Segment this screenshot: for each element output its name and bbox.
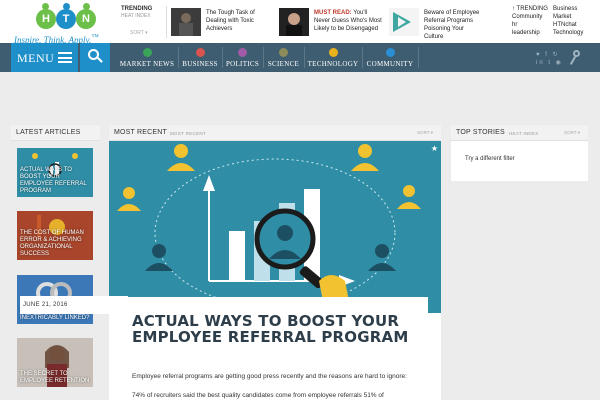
menu-label: MENU [17, 51, 55, 65]
nav-business[interactable]: BUSINESS [179, 43, 221, 72]
nav-community[interactable]: COMMUNITY [363, 43, 417, 72]
sort-dropdown[interactable]: SORT ▾ [417, 130, 433, 136]
trending-sort-dropdown[interactable]: SORT ▾ [130, 30, 148, 36]
hamburger-icon [58, 52, 72, 63]
empty-state-text: Try a different filter [465, 156, 515, 162]
teaser-item[interactable]: MUST READ: You'll Never Guess Who's Most… [279, 8, 383, 36]
social-icons-row[interactable]: in t ◉ [536, 59, 563, 67]
logo-letter-n: N [76, 9, 96, 29]
trending-tag[interactable]: Community [512, 13, 548, 21]
panel-title: LATEST ARTICLES [16, 129, 81, 136]
latest-articles-panel: LATEST ARTICLES ACTUAL WAYS TO BOOST YOU… [11, 125, 100, 400]
teaser-thumbnail [279, 8, 309, 36]
bookmark-star-icon[interactable]: ★ [431, 144, 438, 153]
social-icons-row[interactable]: ♥ f ↻ [536, 51, 563, 59]
main-nav: MENU MARKET NEWS BUSINESS POLITICS SCIEN… [0, 43, 600, 72]
community-icon [385, 48, 395, 57]
science-icon [279, 48, 288, 57]
trending-tag[interactable]: Market [553, 13, 583, 21]
technology-icon [328, 48, 338, 57]
article-caption: THE SECRET TO EMPLOYEE RETENTION [20, 371, 90, 384]
article-caption: ACTUAL WAYS TO BOOST YOUR EMPLOYEE REFER… [20, 167, 87, 194]
latest-article-card[interactable]: THE SECRET TO EMPLOYEE RETENTION [17, 338, 93, 387]
teaser-title: Beware of Employee Referral Programs Poi… [424, 10, 480, 40]
top-stories-panel: TOP STORIES HEAT INDEX SORT ▾ Try a diff… [451, 125, 588, 181]
nav-label: BUSINESS [182, 60, 218, 68]
nav-label: POLITICS [225, 60, 260, 68]
logo-letter-h: H [36, 9, 56, 29]
menu-button[interactable]: MENU [11, 43, 78, 72]
trending-tag-header: ↑ TRENDING [512, 6, 548, 12]
referral-illustration [109, 141, 441, 313]
panel-subtitle: MOST RECENT [170, 131, 206, 136]
site-logo[interactable]: H T N Inspire. Think. Apply.™ [14, 3, 114, 45]
trending-sub: HEAT INDEX [121, 13, 151, 19]
trending-tag[interactable]: Business [553, 5, 583, 13]
nav-market-news[interactable]: MARKET NEWS [117, 43, 177, 72]
teaser-title: The Tough Task of Dealing with Toxic Ach… [206, 10, 255, 32]
trending-tags: ↑ TRENDING Community hr leadership Busin… [509, 5, 600, 41]
article-excerpt: 74% of recruiters said the best quality … [132, 392, 384, 399]
nav-label: TECHNOLOGY [307, 60, 359, 68]
article-caption: THE COST OF HUMAN ERROR & ACHIEVING ORGA… [20, 230, 84, 257]
most-recent-panel: MOST RECENT MOST RECENT SORT ▾ ★ [109, 125, 441, 400]
panel-title: MOST RECENT [114, 129, 168, 136]
trending-tag[interactable]: Technology [553, 29, 583, 37]
featured-image[interactable]: ★ [109, 141, 441, 313]
article-date: JUNE 21, 2016 [23, 302, 68, 308]
trending-filter: TRENDING HEAT INDEX SORT ▾ [121, 6, 167, 38]
article-excerpt: Employee referral programs are getting g… [132, 373, 407, 380]
sort-dropdown[interactable]: SORT ▾ [564, 130, 580, 136]
trending-tag[interactable]: hr [512, 21, 548, 29]
nav-technology[interactable]: TECHNOLOGY [305, 43, 361, 72]
article-date-tag: JUNE 21, 2016 [20, 296, 128, 314]
latest-article-card[interactable]: THE COST OF HUMAN ERROR & ACHIEVING ORGA… [17, 211, 93, 260]
trending-label: TRENDING [121, 6, 153, 12]
teaser-thumbnail [389, 8, 419, 36]
logo-letter-t: T [56, 9, 76, 29]
teaser-item[interactable]: The Tough Task of Dealing with Toxic Ach… [171, 8, 273, 36]
nav-label: MARKET NEWS [119, 60, 175, 68]
nav-science[interactable]: SCIENCE [264, 43, 303, 72]
must-read-label: MUST READ: [314, 10, 352, 16]
trademark: ™ [91, 32, 99, 41]
politics-icon [238, 48, 247, 57]
teaser-thumbnail [171, 8, 201, 36]
trending-tag[interactable]: leadership [512, 29, 548, 37]
teaser-item[interactable]: Beware of Employee Referral Programs Poi… [389, 8, 484, 40]
market-news-icon [142, 48, 152, 57]
search-button[interactable] [80, 43, 110, 72]
social-links: ♥ f ↻ in t ◉ [536, 51, 563, 67]
panel-title: TOP STORIES [456, 129, 505, 136]
panel-subtitle: HEAT INDEX [509, 131, 539, 136]
article-headline[interactable]: ACTUAL WAYS TO BOOST YOUR EMPLOYEE REFER… [132, 313, 432, 345]
top-strip: H T N Inspire. Think. Apply.™ TRENDING H… [0, 0, 600, 45]
login-key-icon[interactable] [568, 50, 582, 66]
business-icon [195, 48, 205, 57]
nav-label: COMMUNITY [366, 60, 414, 68]
trending-tag[interactable]: HTNchat [553, 21, 583, 29]
logo-mark: H T N [36, 3, 106, 31]
latest-article-card[interactable]: ACTUAL WAYS TO BOOST YOUR EMPLOYEE REFER… [17, 148, 93, 197]
nav-label: SCIENCE [267, 60, 300, 68]
nav-politics[interactable]: POLITICS [223, 43, 262, 72]
